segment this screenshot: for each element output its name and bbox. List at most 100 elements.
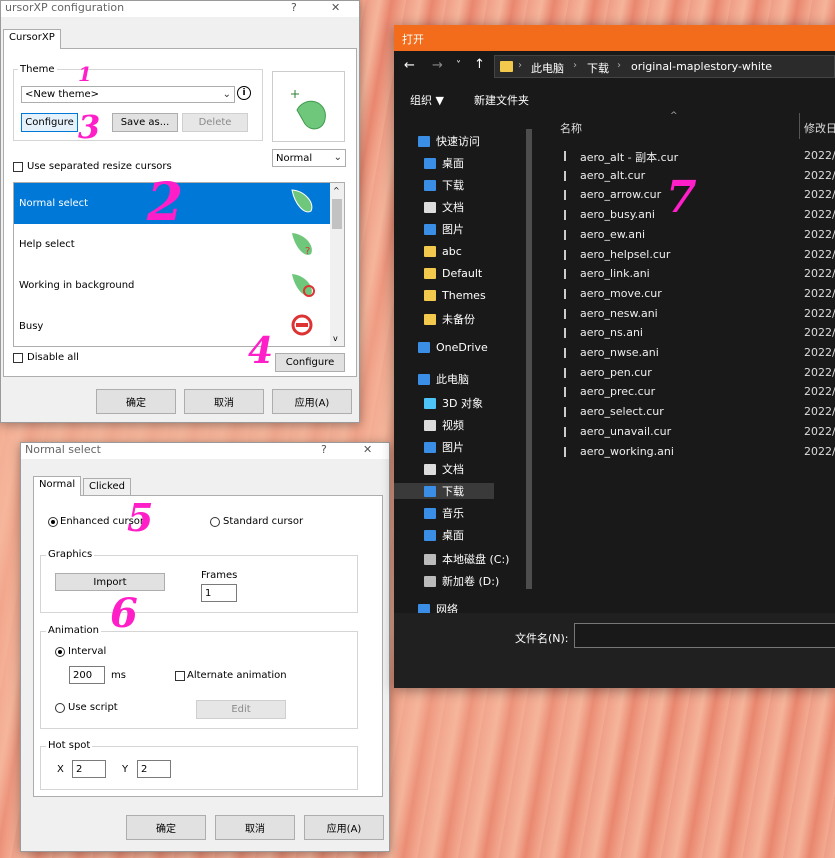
ok-button[interactable]: 确定 <box>126 815 206 840</box>
nav-item[interactable]: 快速访问 <box>418 133 480 149</box>
nav-item[interactable]: 桌面 <box>424 155 464 171</box>
help-icon[interactable]: ? <box>321 443 327 456</box>
nav-item[interactable]: 本地磁盘 (C:) <box>424 551 509 567</box>
scroll-down-icon[interactable]: v <box>333 334 338 343</box>
standard-cursor-radio[interactable] <box>210 517 220 527</box>
list-scrollbar[interactable]: ^ v <box>330 183 344 346</box>
help-icon[interactable]: ? <box>291 1 297 14</box>
close-icon[interactable]: ✕ <box>363 443 372 456</box>
explorer-title: 打开 <box>402 33 424 46</box>
use-script-radio[interactable] <box>55 703 65 713</box>
cancel-button[interactable]: 取消 <box>215 815 295 840</box>
configure-cursor-button[interactable]: Configure <box>275 353 345 372</box>
file-row[interactable]: aero_unavail.cur 2022/ <box>560 425 835 443</box>
file-row[interactable]: aero_alt - 副本.cur 2022/ <box>560 149 835 167</box>
nav-item[interactable]: 此电脑 <box>418 371 469 387</box>
list-item[interactable]: Working in background <box>14 265 330 306</box>
interval-input[interactable]: 200 <box>69 666 105 684</box>
interval-radio[interactable] <box>55 647 65 657</box>
up-icon[interactable]: ↑ <box>474 57 485 72</box>
nav-item[interactable]: 下载 <box>394 483 494 499</box>
tab-clicked[interactable]: Clicked <box>83 478 131 496</box>
hotspot-y-input[interactable]: 2 <box>137 760 171 778</box>
scrollbar-thumb[interactable] <box>526 129 532 589</box>
nav-item[interactable]: Default <box>424 267 482 280</box>
info-icon[interactable]: i <box>237 86 251 100</box>
new-folder-button[interactable]: 新建文件夹 <box>474 92 529 108</box>
file-row[interactable]: aero_arrow.cur 2022/ <box>560 188 835 206</box>
animation-label: Animation <box>46 625 101 636</box>
download-icon <box>424 485 436 497</box>
nav-item[interactable]: 3D 对象 <box>424 395 483 411</box>
tab-cursorxp[interactable]: CursorXP <box>3 29 61 49</box>
close-icon[interactable]: ✕ <box>331 1 340 14</box>
file-row[interactable]: aero_move.cur 2022/ <box>560 287 835 305</box>
forward-icon[interactable]: → <box>432 58 443 73</box>
nav-item[interactable]: 桌面 <box>424 527 464 543</box>
file-row[interactable]: aero_busy.ani 2022/ <box>560 208 835 226</box>
drive-icon <box>424 575 436 587</box>
file-row[interactable]: aero_nesw.ani 2022/ <box>560 307 835 325</box>
navigation-pane <box>394 113 540 613</box>
hotspot-x-input[interactable]: 2 <box>72 760 106 778</box>
file-row[interactable]: aero_nwse.ani 2022/ <box>560 346 835 364</box>
file-row[interactable]: aero_pen.cur 2022/ <box>560 366 835 384</box>
import-button[interactable]: Import <box>55 573 165 591</box>
nav-item[interactable]: Themes <box>424 289 486 302</box>
frames-input[interactable]: 1 <box>201 584 237 602</box>
nav-item[interactable]: 音乐 <box>424 505 464 521</box>
file-name: aero_pen.cur <box>580 365 652 379</box>
file-row[interactable]: aero_select.cur 2022/ <box>560 405 835 423</box>
list-item[interactable]: Busy <box>14 306 330 346</box>
nav-item[interactable]: 文档 <box>424 461 464 477</box>
breadcrumb-folder[interactable]: original-maplestory-white <box>631 60 772 73</box>
nav-item[interactable]: 未备份 <box>424 311 475 327</box>
nav-item[interactable]: 新加卷 (D:) <box>424 573 499 589</box>
scrollbar-thumb[interactable] <box>332 199 342 229</box>
nav-item[interactable]: 图片 <box>424 221 464 237</box>
theme-select[interactable]: <New theme> ⌄ <box>21 86 235 103</box>
nav-item[interactable]: 图片 <box>424 439 464 455</box>
nav-item[interactable]: 下载 <box>424 177 464 193</box>
apply-button[interactable]: 应用(A) <box>304 815 384 840</box>
file-row[interactable]: aero_ew.ani 2022/ <box>560 228 835 246</box>
cancel-button[interactable]: 取消 <box>184 389 264 414</box>
standard-cursor-label: Standard cursor <box>223 516 304 527</box>
tab-normal[interactable]: Normal <box>33 476 82 496</box>
file-row[interactable]: aero_link.ani 2022/ <box>560 267 835 285</box>
apply-button[interactable]: 应用(A) <box>272 389 352 414</box>
file-row[interactable]: aero_helpsel.cur 2022/ <box>560 248 835 266</box>
drive-icon <box>424 553 436 565</box>
nav-item[interactable]: 文档 <box>424 199 464 215</box>
save-as-button[interactable]: Save as... <box>112 113 178 132</box>
organize-menu[interactable]: 组织 ▼ <box>410 92 444 108</box>
alternate-animation-checkbox[interactable] <box>175 671 185 681</box>
nav-item[interactable]: abc <box>424 245 462 258</box>
annotation-1: 1 <box>78 62 92 86</box>
chevron-down-icon[interactable]: ˅ <box>456 60 461 71</box>
enhanced-cursor-radio[interactable] <box>48 517 58 527</box>
column-date[interactable]: 修改日 <box>804 120 835 136</box>
scroll-up-icon[interactable]: ^ <box>333 186 340 195</box>
file-row[interactable]: aero_ns.ani 2022/ <box>560 326 835 344</box>
breadcrumb-pc[interactable]: 此电脑 <box>531 60 564 76</box>
disable-all-checkbox[interactable] <box>13 353 23 363</box>
file-row[interactable]: aero_working.ani 2022/ <box>560 445 835 463</box>
open-file-dialog: 打开 ← → ˅ ↑ › 此电脑 › 下载 › original-maplest… <box>394 25 835 688</box>
breadcrumb-download[interactable]: 下载 <box>587 60 609 76</box>
theme-select-value: <New theme> <box>25 89 100 100</box>
ok-button[interactable]: 确定 <box>96 389 176 414</box>
configure-theme-button[interactable]: Configure <box>21 113 78 132</box>
nav-scrollbar[interactable] <box>524 121 534 611</box>
back-icon[interactable]: ← <box>404 58 415 73</box>
nav-item[interactable]: 视频 <box>424 417 464 433</box>
preview-mode-select[interactable]: Normal ⌄ <box>272 149 346 167</box>
filename-input[interactable] <box>574 623 835 648</box>
nav-item[interactable]: OneDrive <box>418 341 488 354</box>
address-bar[interactable]: › 此电脑 › 下载 › original-maplestory-white <box>494 55 835 78</box>
column-name[interactable]: 名称 <box>560 120 582 136</box>
file-row[interactable]: aero_prec.cur 2022/ <box>560 385 835 403</box>
use-separated-checkbox[interactable] <box>13 162 23 172</box>
folder-icon <box>500 61 513 72</box>
file-row[interactable]: aero_alt.cur 2022/ <box>560 169 835 187</box>
